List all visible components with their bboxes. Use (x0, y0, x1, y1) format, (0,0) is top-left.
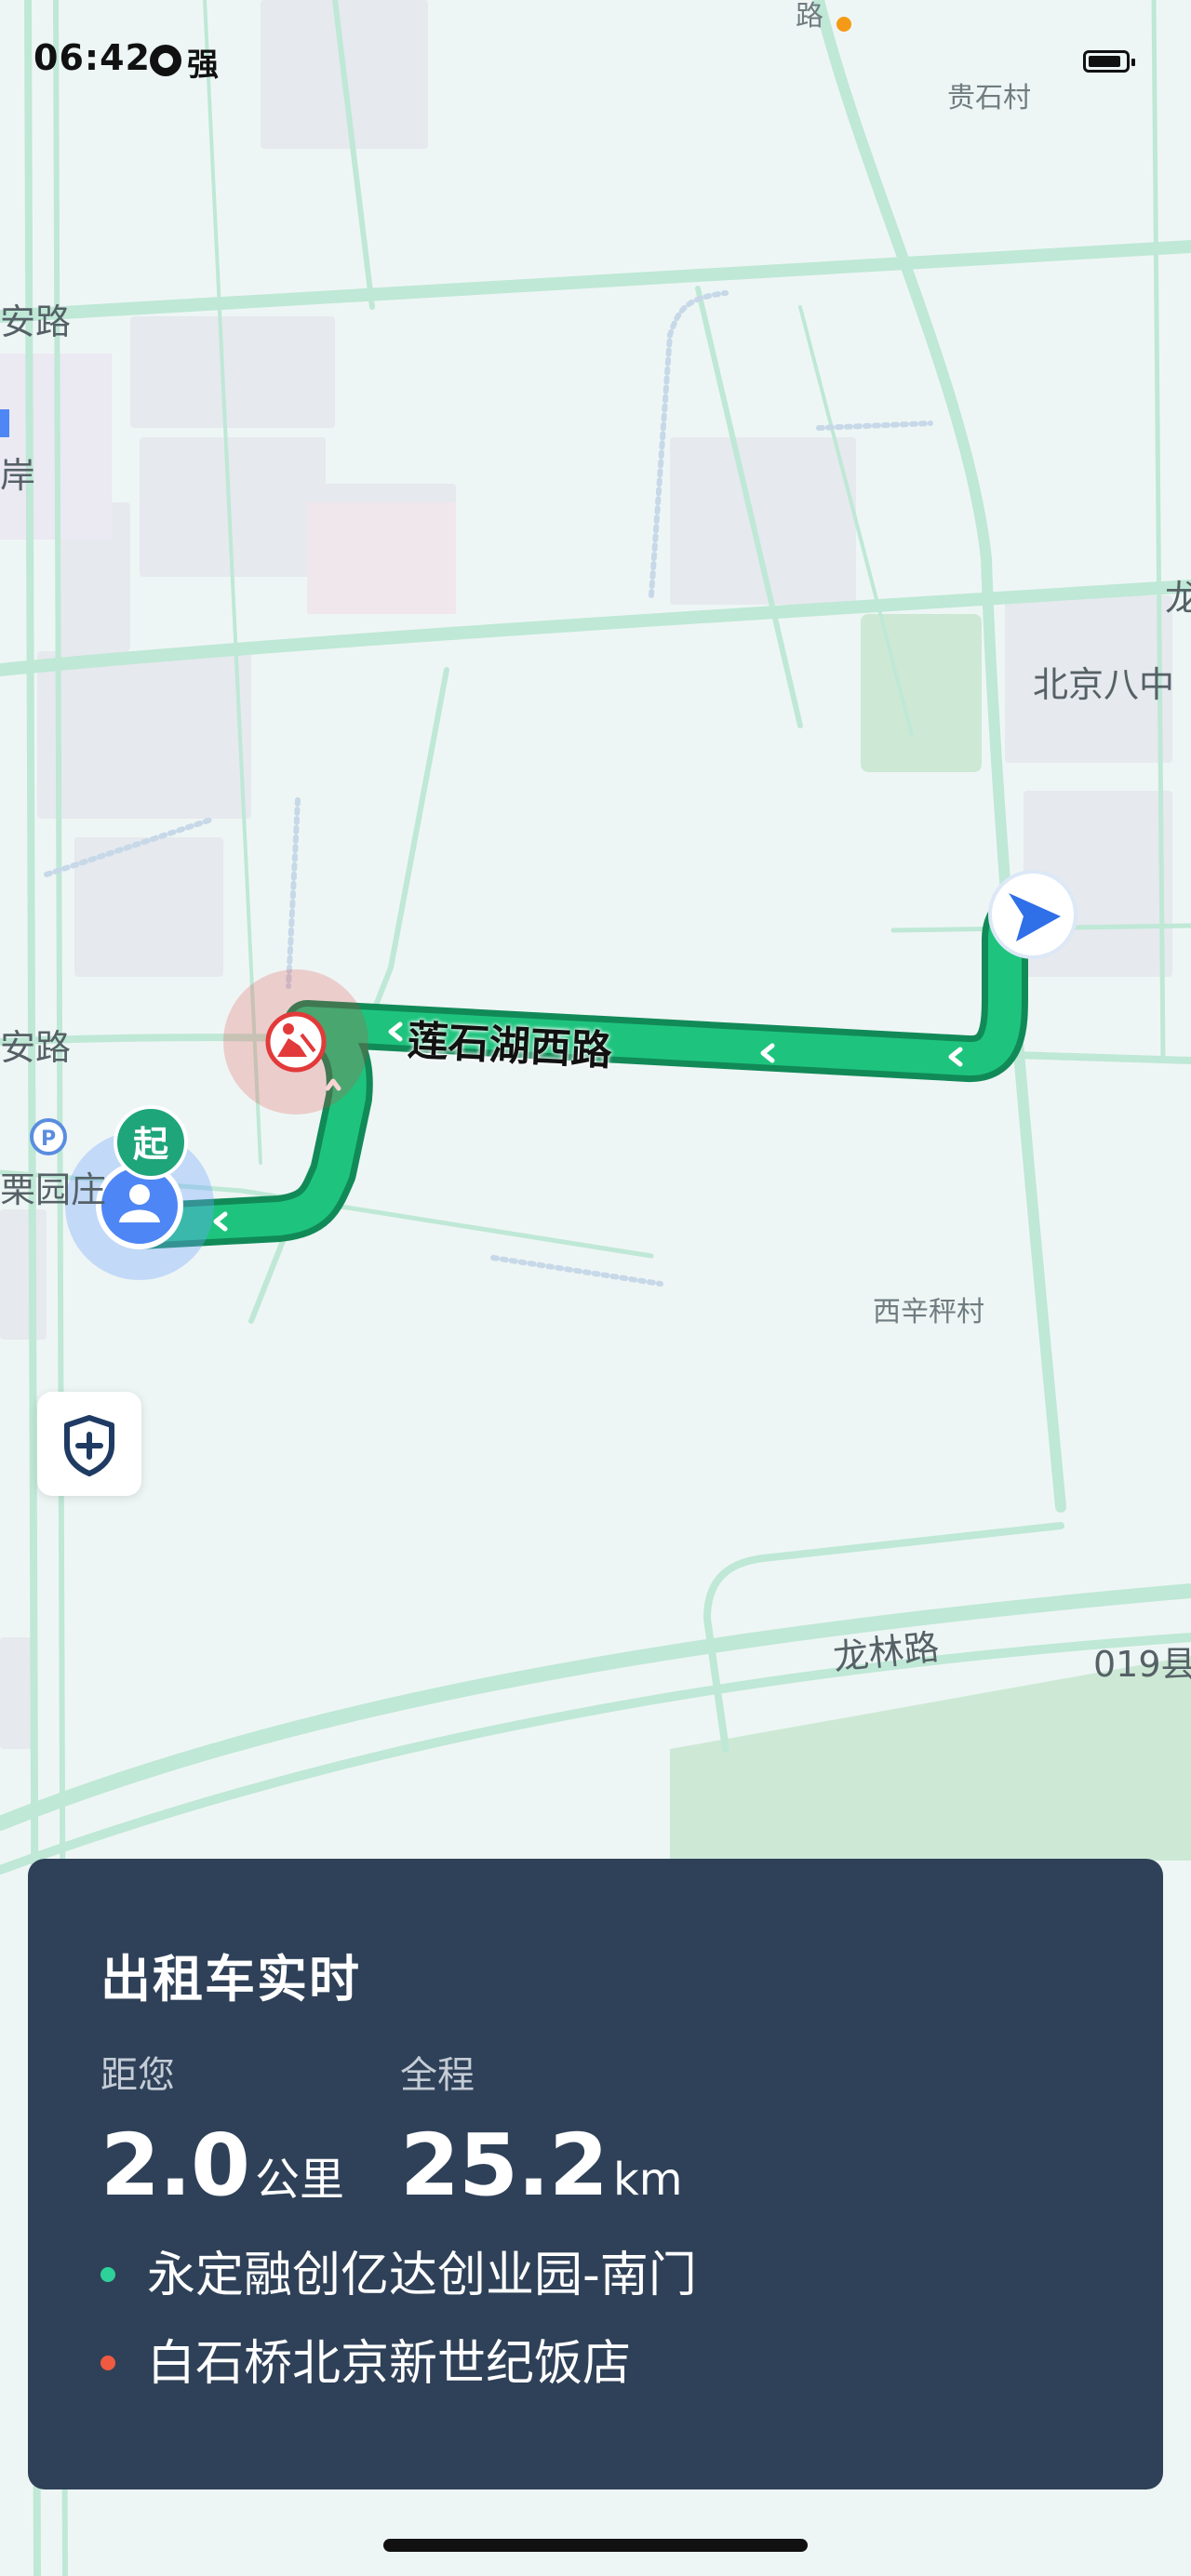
map-label-anlu-top: 安路 (0, 301, 72, 342)
svg-text:P: P (41, 1128, 56, 1151)
distance-value: 2.0 (100, 2116, 250, 2215)
destination-name: 白石桥北京新世纪饭店 (147, 2336, 632, 2392)
total-label: 全程 (400, 2054, 475, 2097)
origin-row[interactable]: 永定融创亿达创业园-南门 (100, 2236, 697, 2305)
signal-icon (150, 45, 181, 76)
origin-name: 永定融创亿达创业园-南门 (147, 2248, 697, 2303)
map-label-anlu-mid: 安路 (0, 1027, 72, 1068)
poi-marker (0, 409, 9, 437)
start-marker[interactable]: 起 (114, 1105, 188, 1180)
map-label-guishicun: 贵石村 (947, 82, 1031, 114)
signal-strength: 强 (187, 47, 219, 84)
map-label-beijing-8: 北京八中 (1033, 664, 1175, 705)
map-label-lu: 路 (796, 0, 823, 33)
distance-unit: 公里 (254, 2154, 344, 2206)
poi-dot (836, 17, 851, 32)
distance-stat: 距您 2.0 公里 (100, 2045, 344, 2215)
total-value: 25.2 (400, 2116, 609, 2215)
map-label-liyuanzhuang: 栗园庄 (0, 1169, 107, 1210)
card-title: 出租车实时 (100, 1950, 361, 2009)
map-label-xixinchengcun: 西辛秤村 (873, 1296, 984, 1328)
total-unit: km (613, 2154, 683, 2206)
destination-row[interactable]: 白石桥北京新世纪饭店 (100, 2324, 631, 2394)
route-road-name: 莲石湖西路 (406, 1017, 613, 1075)
origin-dot-icon (100, 2267, 115, 2282)
taxi-info-card[interactable]: 出租车实时 距您 2.0 公里 全程 25.2 km 永定融创亿达创业园-南门 白石… (28, 1859, 1163, 2489)
status-time: 06:42 (33, 37, 151, 78)
svg-text:起: 起 (133, 1124, 169, 1165)
battery-icon (1083, 50, 1135, 73)
total-stat: 全程 25.2 km (400, 2045, 683, 2215)
map-label-long: 龙 (1165, 578, 1191, 619)
destination-dot-icon (100, 2356, 115, 2370)
safety-button[interactable] (37, 1392, 141, 1496)
map-label-an: 岸 (0, 455, 36, 496)
navigation-arrow-icon[interactable] (988, 870, 1077, 959)
parking-poi-icon[interactable]: P (30, 1118, 67, 1155)
map-label-county-road: 019县 (1093, 1644, 1191, 1685)
home-indicator[interactable] (383, 2539, 808, 2552)
distance-label: 距您 (100, 2054, 175, 2097)
shield-plus-icon (64, 1415, 114, 1476)
construction-icon[interactable] (265, 1011, 327, 1073)
